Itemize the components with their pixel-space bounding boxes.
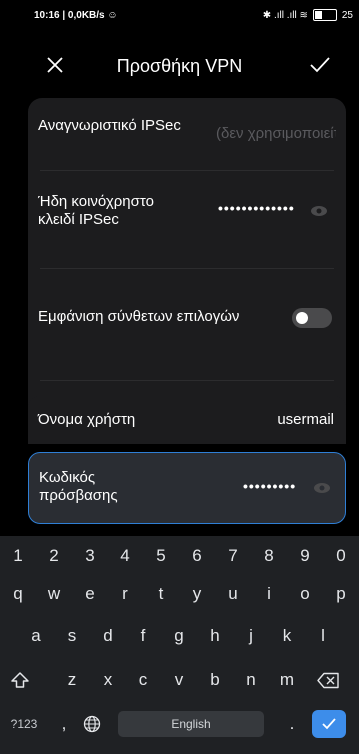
key-9[interactable]: 9: [287, 536, 323, 576]
key-a[interactable]: a: [18, 616, 54, 656]
number-row: 1 2 3 4 5 6 7 8 9 0: [0, 536, 359, 576]
ipsec-id-row[interactable]: Αναγνωριστικό IPSec (δεν χρησιμοποιείται…: [28, 98, 346, 170]
page-title: Προσθήκη VPN: [116, 56, 243, 76]
key-h[interactable]: h: [197, 616, 233, 656]
key-0[interactable]: 0: [323, 536, 359, 576]
ipsec-card: Αναγνωριστικό IPSec (δεν χρησιμοποιείται…: [28, 98, 346, 424]
status-bar: 10:16 | 0,0KB/s ☺ ✱ .ıll .ıll ≋ 25: [0, 0, 359, 32]
key-o[interactable]: o: [287, 574, 323, 614]
screen: 10:16 | 0,0KB/s ☺ ✱ .ıll .ıll ≋ 25 Προσθ…: [0, 0, 359, 754]
ipsec-key-input[interactable]: •••••••••••••: [218, 200, 295, 216]
key-f[interactable]: f: [125, 616, 161, 656]
key-q[interactable]: q: [0, 574, 36, 614]
symbols-key[interactable]: ?123: [4, 704, 44, 744]
advanced-options-row[interactable]: Εμφάνιση σύνθετων επιλογών: [28, 288, 346, 348]
password-field[interactable]: Κωδικός πρόσβασης •••••••••: [28, 452, 346, 524]
ipsec-id-label: Αναγνωριστικό IPSec: [38, 117, 181, 134]
status-time: 10:16 | 0,0KB/s ☺: [34, 10, 118, 21]
check-icon: [322, 718, 336, 730]
key-k[interactable]: k: [269, 616, 305, 656]
key-i[interactable]: i: [251, 574, 287, 614]
key-8[interactable]: 8: [251, 536, 287, 576]
key-p[interactable]: p: [323, 574, 359, 614]
key-x[interactable]: x: [90, 660, 126, 700]
key-1[interactable]: 1: [0, 536, 36, 576]
key-v[interactable]: v: [161, 660, 197, 700]
enter-key[interactable]: [312, 710, 346, 738]
key-r[interactable]: r: [107, 574, 143, 614]
advanced-options-label: Εμφάνιση σύνθετων επιλογών: [38, 308, 240, 325]
key-period[interactable]: .: [280, 704, 304, 744]
space-key[interactable]: English: [118, 711, 264, 737]
ipsec-key-row[interactable]: Ήδη κοινόχρηστο κλειδί IPSec •••••••••••…: [28, 171, 346, 243]
key-b[interactable]: b: [197, 660, 233, 700]
key-w[interactable]: w: [36, 574, 72, 614]
check-icon[interactable]: [308, 54, 332, 76]
top-bar: Προσθήκη VPN: [0, 50, 359, 86]
globe-icon[interactable]: [83, 715, 101, 733]
key-c[interactable]: c: [125, 660, 161, 700]
letter-row-3: z x c v b n m: [0, 660, 359, 700]
letter-row-1: q w e r t y u i o p: [0, 574, 359, 614]
key-u[interactable]: u: [215, 574, 251, 614]
divider: [40, 268, 334, 269]
ipsec-id-input[interactable]: (δεν χρησιμοποιείται): [216, 125, 336, 142]
key-t[interactable]: t: [143, 574, 179, 614]
key-s[interactable]: s: [54, 616, 90, 656]
password-label: Κωδικός πρόσβασης: [39, 469, 118, 504]
battery-icon: [312, 9, 337, 21]
signal-icons: ✱ .ıll .ıll ≋: [262, 9, 308, 21]
advanced-options-toggle[interactable]: [292, 308, 332, 328]
key-g[interactable]: g: [161, 616, 197, 656]
key-l[interactable]: l: [305, 616, 341, 656]
key-comma[interactable]: ,: [52, 704, 76, 744]
username-label: Όνομα χρήστη: [38, 411, 136, 428]
key-3[interactable]: 3: [72, 536, 108, 576]
bottom-row: ?123 , English .: [0, 704, 359, 744]
key-n[interactable]: n: [233, 660, 269, 700]
key-d[interactable]: d: [90, 616, 126, 656]
username-card[interactable]: Όνομα χρήστη usermail: [28, 396, 346, 444]
key-6[interactable]: 6: [179, 536, 215, 576]
key-2[interactable]: 2: [36, 536, 72, 576]
key-e[interactable]: e: [72, 574, 108, 614]
key-z[interactable]: z: [54, 660, 90, 700]
key-m[interactable]: m: [269, 660, 305, 700]
ipsec-key-label: Ήδη κοινόχρηστο κλειδί IPSec: [38, 193, 154, 228]
key-7[interactable]: 7: [215, 536, 251, 576]
username-input[interactable]: usermail: [277, 411, 334, 428]
key-5[interactable]: 5: [143, 536, 179, 576]
keyboard: 1 2 3 4 5 6 7 8 9 0 q w e r t y u i o p …: [0, 536, 359, 754]
password-input[interactable]: •••••••••: [243, 478, 296, 494]
divider: [40, 380, 334, 381]
key-4[interactable]: 4: [107, 536, 143, 576]
eye-icon[interactable]: [313, 481, 331, 495]
key-j[interactable]: j: [233, 616, 269, 656]
eye-icon[interactable]: [310, 204, 328, 218]
status-icons: ✱ .ıll .ıll ≋ 25: [263, 9, 353, 21]
key-y[interactable]: y: [179, 574, 215, 614]
letter-row-2: a s d f g h j k l: [0, 616, 359, 656]
shift-icon[interactable]: [10, 671, 30, 689]
backspace-icon[interactable]: [316, 672, 340, 689]
battery-level: 25: [341, 9, 353, 21]
